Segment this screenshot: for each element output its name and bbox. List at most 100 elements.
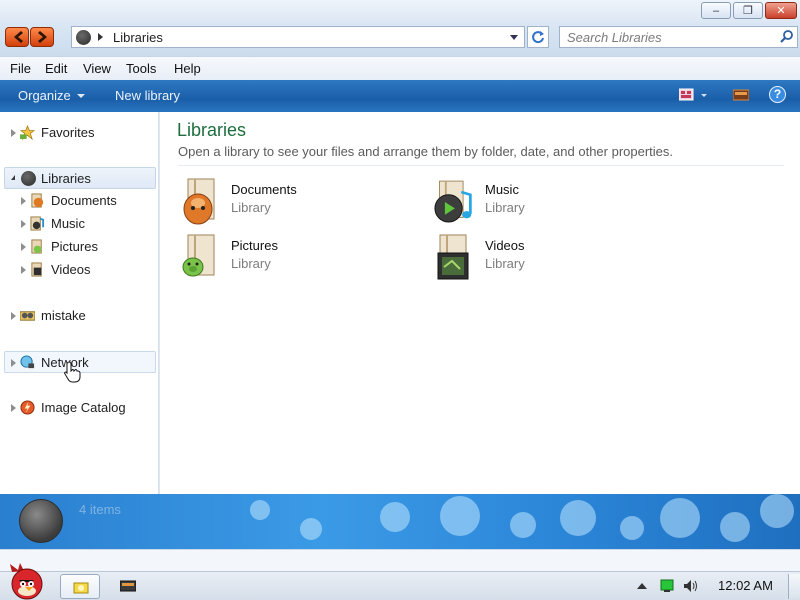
maximize-button[interactable]: ❐ xyxy=(733,2,763,19)
nav-item-videos[interactable]: Videos xyxy=(4,259,156,281)
bokeh-decoration xyxy=(440,496,480,536)
nav-label-pictures: Pictures xyxy=(51,239,98,254)
new-library-button[interactable]: New library xyxy=(115,88,180,103)
forward-button[interactable] xyxy=(30,27,54,47)
bokeh-decoration xyxy=(760,494,794,528)
bokeh-decoration xyxy=(250,500,270,520)
library-type: Library xyxy=(231,200,271,215)
nav-item-image-catalog[interactable]: Image Catalog xyxy=(4,397,156,419)
help-icon: ? xyxy=(773,87,782,101)
page-title: Libraries xyxy=(177,120,247,140)
details-pane: 4 items xyxy=(0,494,800,549)
volume-icon[interactable] xyxy=(683,579,699,593)
nav-item-music[interactable]: Music xyxy=(4,213,156,235)
expand-arrow-icon[interactable] xyxy=(21,266,26,274)
menu-view[interactable]: View xyxy=(83,61,111,76)
expand-arrow-icon[interactable] xyxy=(11,312,16,320)
library-item-pictures[interactable]: Pictures Library xyxy=(180,233,410,283)
address-history-dropdown-icon[interactable] xyxy=(510,35,518,40)
start-button-icon[interactable] xyxy=(6,562,48,600)
bokeh-decoration xyxy=(300,518,322,540)
bokeh-decoration xyxy=(510,512,536,538)
content-divider xyxy=(178,165,784,166)
minimize-icon: – xyxy=(712,5,720,17)
library-type: Library xyxy=(485,200,525,215)
menu-help[interactable]: Help xyxy=(174,61,201,76)
library-name: Music xyxy=(485,182,519,197)
title-bar: – ❐ ✕ xyxy=(0,0,800,22)
library-item-videos[interactable]: Videos Library xyxy=(434,233,664,283)
back-arrow-icon xyxy=(14,31,23,43)
help-button[interactable]: ? xyxy=(769,86,786,103)
search-input[interactable] xyxy=(567,29,767,45)
nav-item-libraries[interactable]: Libraries xyxy=(4,167,156,189)
library-type: Library xyxy=(485,256,525,271)
close-icon: ✕ xyxy=(776,5,786,17)
search-icon[interactable] xyxy=(780,30,794,44)
expand-arrow-icon[interactable] xyxy=(11,129,16,137)
content-pane: Libraries Open a library to see your fil… xyxy=(160,112,800,494)
library-name: Pictures xyxy=(231,238,278,253)
status-strip xyxy=(0,549,800,571)
breadcrumb-libraries[interactable]: Libraries xyxy=(113,30,163,45)
search-box[interactable] xyxy=(559,26,798,48)
libraries-location-icon xyxy=(76,30,91,45)
nav-label-libraries: Libraries xyxy=(41,171,91,186)
app-icon xyxy=(120,580,136,592)
menu-file[interactable]: File xyxy=(10,61,31,76)
breadcrumb-arrow-icon[interactable] xyxy=(98,33,103,41)
videos-library-icon xyxy=(437,234,469,280)
navigation-buttons xyxy=(5,27,55,47)
taskbar: 12:02 AM xyxy=(0,563,800,600)
expand-arrow-icon[interactable] xyxy=(11,404,16,412)
show-desktop-button[interactable] xyxy=(788,574,800,599)
refresh-button[interactable] xyxy=(527,26,549,48)
address-bar[interactable]: Libraries xyxy=(71,26,525,48)
organize-label: Organize xyxy=(18,88,71,103)
user-folder-icon xyxy=(20,311,35,321)
music-library-icon xyxy=(434,180,472,223)
nav-item-pictures[interactable]: Pictures xyxy=(4,236,156,258)
change-view-icon[interactable] xyxy=(679,88,707,102)
command-bar: Organize New library ? xyxy=(0,80,800,112)
nav-item-favorites[interactable]: Favorites xyxy=(4,122,156,144)
collapse-arrow-icon[interactable] xyxy=(11,175,15,180)
menu-bar: File Edit View Tools Help xyxy=(0,56,800,80)
expand-arrow-icon[interactable] xyxy=(21,220,26,228)
expand-arrow-icon[interactable] xyxy=(11,359,16,367)
item-count: 4 items xyxy=(79,502,121,517)
menu-edit[interactable]: Edit xyxy=(45,61,67,76)
show-hidden-icons-icon[interactable] xyxy=(637,583,647,589)
favorites-star-icon xyxy=(20,125,35,140)
documents-library-icon xyxy=(183,178,215,225)
library-type: Library xyxy=(231,256,271,271)
network-icon xyxy=(20,355,35,369)
refresh-icon xyxy=(532,31,544,44)
network-tray-icon[interactable] xyxy=(660,579,674,593)
library-name: Documents xyxy=(231,182,297,197)
organize-button[interactable]: Organize xyxy=(18,88,85,103)
nav-label-music: Music xyxy=(51,216,85,231)
back-button[interactable] xyxy=(5,27,29,47)
menu-tools[interactable]: Tools xyxy=(126,61,156,76)
expand-arrow-icon[interactable] xyxy=(21,243,26,251)
bokeh-decoration xyxy=(620,516,644,540)
image-catalog-icon xyxy=(20,400,35,415)
expand-arrow-icon[interactable] xyxy=(21,197,26,205)
close-button[interactable]: ✕ xyxy=(765,2,797,19)
library-name: Videos xyxy=(485,238,525,253)
minimize-button[interactable]: – xyxy=(701,2,731,19)
nav-label-mistake: mistake xyxy=(41,308,86,323)
documents-library-icon xyxy=(31,193,44,208)
pictures-library-icon xyxy=(31,239,42,254)
page-description: Open a library to see your files and arr… xyxy=(178,144,674,159)
library-item-music[interactable]: Music Library xyxy=(434,177,664,227)
nav-label-image-catalog: Image Catalog xyxy=(41,400,126,415)
library-item-documents[interactable]: Documents Library xyxy=(180,177,410,227)
clock[interactable]: 12:02 AM xyxy=(718,578,773,593)
nav-item-mistake[interactable]: mistake xyxy=(4,305,156,327)
taskbar-explorer-button[interactable] xyxy=(60,574,100,599)
preview-pane-icon[interactable] xyxy=(733,88,749,102)
taskbar-app-button[interactable] xyxy=(108,574,148,599)
nav-item-documents[interactable]: Documents xyxy=(4,190,156,212)
